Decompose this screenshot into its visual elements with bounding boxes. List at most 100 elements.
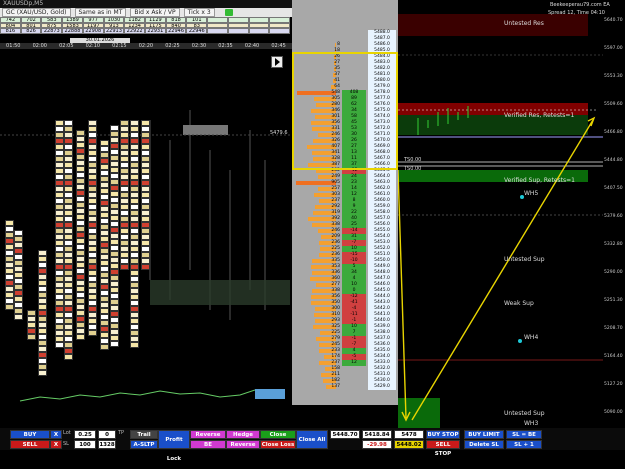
label-wh4: WH4 [524,334,539,341]
sl-be-button[interactable]: SL = BE [506,430,542,439]
footprint-column [141,120,150,270]
buy-stop-button[interactable]: BUY STOP [426,430,460,439]
label-wh3: WH3 [524,420,539,427]
footprint-column [5,220,14,310]
footprint-cell [27,334,36,340]
close-buy-icon[interactable]: X [50,430,62,439]
stats-grid: 742 702 583 1389 977 1030 1182 1129 818 101 804 801… [0,17,290,34]
price-tick: 5553.30 [604,74,623,79]
close-profit-button[interactable]: Close Profit [260,430,296,447]
footprint-cell [55,342,64,348]
time-label: 02:10 [85,43,101,49]
price-axis: 5640.70 5597.00 5553.30 5509.60 5466.80 5444.… [603,0,625,430]
price-tick: 5466.80 [604,130,623,135]
time-label: 02:00 [32,43,47,49]
stat-cell: 22888 [62,28,83,34]
window-title: XAUUSDp,M5 [0,0,292,8]
price-tick: 5597.00 [604,46,623,51]
symbol-select[interactable]: GC (XAU/USD, Gold) [2,8,71,17]
stat-cell [248,28,270,34]
footprint-column [130,120,139,348]
sl-plus-one-button[interactable]: SL + 1 [506,440,542,449]
footprint-columns [0,50,292,405]
footprint-column [120,120,129,270]
reverse-button[interactable]: Reverse [190,430,226,439]
delete-sl-button[interactable]: Delete SL [464,440,504,449]
stat-cell: 22913 [103,28,125,34]
footprint-cell [64,354,73,360]
close-loss-button[interactable]: Close Loss [260,440,296,449]
footprint-chart[interactable]: 5479.6 [0,50,292,405]
label-untested-res: Untested Res [504,20,544,27]
zero-input[interactable]: 0 [98,430,116,439]
price-tick: 5090.00 [604,410,623,415]
buy-button[interactable]: BUY [10,430,50,439]
mini-volume [19,389,285,402]
time-label: 02:30 [191,43,207,49]
footprint-column [55,120,64,348]
lot-label: Lot [63,430,71,436]
price-tick: 5640.70 [604,18,623,23]
spread-label: Spread 12, Time 04:10 [548,10,605,16]
sell-button[interactable]: SELL [10,440,50,449]
time-label: 02:25 [165,43,180,49]
stat-cell: 22873 [41,28,63,34]
buy-limit-button[interactable]: BUY LIMIT [464,430,504,439]
label-weak-sup: Weak Sup [504,300,534,307]
zones-chart[interactable]: Untested Res Verified Res, Retests=1 Ver… [398,0,625,430]
label-wh5: WH5 [524,190,539,197]
price-tick: 5379.60 [604,214,623,219]
price-tick: 5407.50 [604,186,623,191]
price-field-4[interactable]: 5478 [394,430,424,439]
toolbar: GC (XAU/USD, Gold) Same as in MT Bid x A… [0,8,292,17]
stat-cell: 816 [0,28,21,34]
footprint-column [38,250,47,376]
sell-stop-button[interactable]: SELL STOP [426,440,460,457]
footprint-cell [130,342,139,348]
settings-icon[interactable] [224,9,233,16]
profit-lock-button[interactable]: Profit Lock [158,430,190,462]
label-level-b: TS0.00 [404,166,422,172]
footprint-column [27,310,36,340]
time-label: 02:35 [218,43,233,49]
pnl-field: -29.98 [362,440,392,449]
trade-panel: BUY SELL X X Lot SL 0.25 100 0 1328 TP T… [0,428,625,462]
mt-mode-select[interactable]: Same as in MT [74,8,127,17]
trail-button[interactable]: Trail [130,430,158,439]
close-sell-icon[interactable]: X [50,440,62,449]
brand-label: Beekeeperau79.com EA [550,2,610,8]
price-tick: 5164.40 [604,354,623,359]
reverse-2-button[interactable]: Reverse [226,440,260,449]
time-label: 02:40 [244,43,260,49]
footprint-cell [38,370,47,376]
time-row: 01:50 02:00 02:05 02:10 02:15 02:20 02:25 02:30… [0,43,292,49]
mode-select[interactable]: Bid x Ask / VP [130,8,180,17]
lot-input[interactable]: 0.25 [74,430,96,439]
footprint-cell [141,264,150,270]
price-tick: 5251.30 [604,298,623,303]
sl-input[interactable]: 100 [74,440,96,449]
stat-cell [227,28,249,34]
stat-cell: 22946 [186,28,208,34]
time-label: 02:45 [271,43,286,49]
hedge-button[interactable]: Hedge [226,430,260,439]
sl-label: SL [63,441,69,447]
profile-row: 137 5429.0 [292,384,398,390]
footprint-column [76,130,85,340]
be-button[interactable]: BE [190,440,226,449]
label-verified-sup: Verified Sup, Retests=1 [504,177,575,184]
chart-price-marker: 5479.6 [270,130,288,136]
time-label: 02:05 [59,43,74,49]
tp-input[interactable]: 1328 [98,440,116,449]
label-untested-sup: Untested Sup [504,256,545,263]
asltp-button[interactable]: A-SLTP [130,440,158,449]
footprint-cell [110,341,119,347]
play-icon[interactable] [271,56,283,68]
footprint-cell [100,344,109,350]
label-untested-sup-2: Untested Sup [504,410,545,417]
stat-cell: 22922 [124,28,145,34]
price-field-2: 5418.84 [362,430,392,439]
tick-select[interactable]: Tick x 3 [183,8,215,17]
close-all-button[interactable]: Close All [296,430,328,449]
footprint-column [110,125,119,347]
